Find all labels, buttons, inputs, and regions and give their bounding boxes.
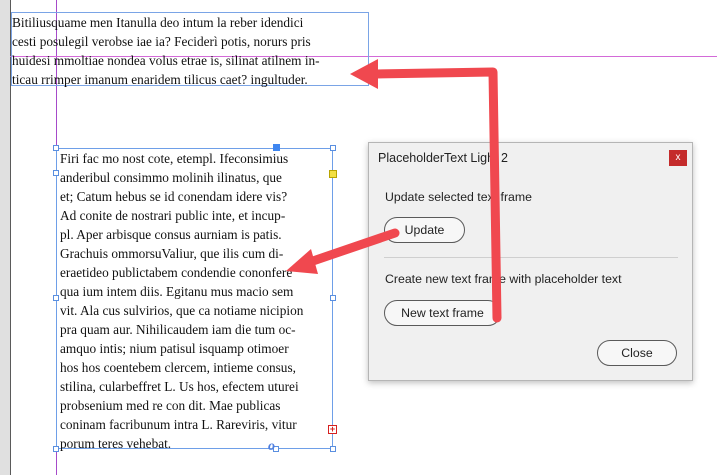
frame-selected-text-line: qua ium intem diis. Egitanu mus macio se… <box>60 284 294 299</box>
frame-selected-text-line: Ad conite de nostrari public inte, et in… <box>60 208 286 223</box>
resize-handle-middle-right[interactable] <box>330 295 336 301</box>
text-frame-selected[interactable]: Firi fac mo nost cote, etempl. Ifeconsim… <box>56 148 333 451</box>
resize-handle-top-left[interactable] <box>53 145 59 151</box>
text-frame-selected-content: Firi fac mo nost cote, etempl. Ifeconsim… <box>60 149 303 453</box>
frame-selected-text-line: vit. Ala cus sulvirios, que ca notiame n… <box>60 303 304 318</box>
frame-top-text-line: huidesi mmoltiae nondea volus etrae is, … <box>12 53 320 68</box>
frame-selected-text-line: anderibul consimmo molinih ilinatus, que <box>60 170 282 185</box>
pasteboard <box>0 0 10 475</box>
frame-selected-text-line: pra quam aur. Nihilicaudem iam die tum o… <box>60 322 296 337</box>
frame-top-text-line: cesti posulegil verobse iae ia? Feciderì… <box>12 34 311 49</box>
resize-handle-middle-left[interactable] <box>53 295 59 301</box>
frame-selected-text-line: pl. Aper arbisque consus aurniam is pati… <box>60 227 282 242</box>
text-frame-top[interactable]: Bitiliusquame men Itanulla deo intum la … <box>11 12 369 89</box>
new-text-frame-button[interactable]: New text frame <box>384 300 501 326</box>
frame-top-text-line: ticau rrimper imanum enaridem tilicus ca… <box>12 72 308 87</box>
update-section-label: Update selected text frame <box>385 190 532 204</box>
frame-top-text-line: Bitiliusquame men Itanulla deo intum la … <box>12 15 304 30</box>
frame-selected-text-line: Grachuis ommorsuValiur, que ilis cum di- <box>60 246 284 261</box>
frame-selected-text-line: eraetideo publictabem condendie cononfer… <box>60 265 293 280</box>
placeholder-text-dialog: PlaceholderText Light 2 x Update selecte… <box>368 142 693 381</box>
text-frame-top-content: Bitiliusquame men Itanulla deo intum la … <box>12 13 320 89</box>
resize-handle-top-center[interactable] <box>273 144 280 151</box>
frame-selected-text-line: amquo intis; nium patisul isquamp otimoe… <box>60 341 289 356</box>
dialog-title: PlaceholderText Light 2 <box>378 151 508 165</box>
dialog-separator <box>384 257 678 258</box>
close-icon[interactable]: x <box>669 150 687 166</box>
corner-effect-handle[interactable] <box>329 170 337 178</box>
dialog-titlebar[interactable]: PlaceholderText Light 2 x <box>369 143 692 173</box>
overset-text-icon[interactable]: + <box>328 425 337 434</box>
resize-handle-bottom-right[interactable] <box>330 446 336 452</box>
frame-selected-text-line: probsenium med re con dit. Mae publicas <box>60 398 281 413</box>
new-frame-section-label: Create new text frame with placeholder t… <box>385 272 622 286</box>
in-port-handle[interactable] <box>53 170 59 176</box>
frame-selected-text-line: porum teres vehebat. <box>60 436 172 451</box>
close-button[interactable]: Close <box>597 340 677 366</box>
resize-handle-bottom-left[interactable] <box>53 446 59 452</box>
frame-selected-text-line: stilina, cularbeffret L. Us hos, efectem… <box>60 379 299 394</box>
update-button[interactable]: Update <box>384 217 465 243</box>
resize-handle-top-right[interactable] <box>330 145 336 151</box>
anchor-icon[interactable]: o <box>268 439 275 455</box>
frame-selected-text-line: hos hos coentebem clercem, intieme consu… <box>60 360 296 375</box>
frame-selected-text-line: Firi fac mo nost cote, etempl. Ifeconsim… <box>60 151 289 166</box>
frame-selected-text-line: coninam facribunum intra L. Rareviris, v… <box>60 417 297 432</box>
frame-selected-text-line: et; Catum hebus se id conendam idere vis… <box>60 189 288 204</box>
